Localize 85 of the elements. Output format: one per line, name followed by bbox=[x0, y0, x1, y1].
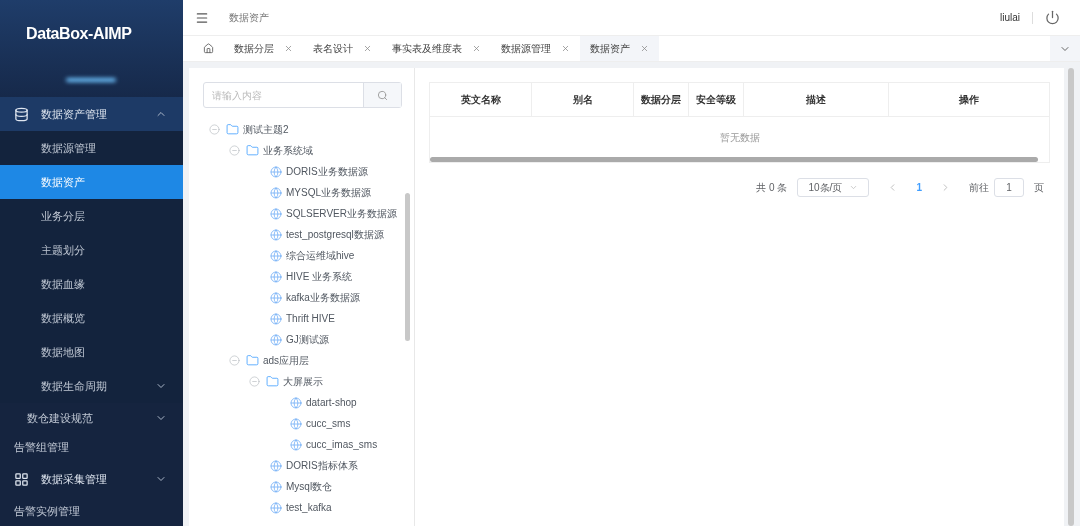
globe-icon bbox=[270, 186, 282, 199]
collapse-icon[interactable] bbox=[209, 124, 220, 135]
tab[interactable]: 表名设计 bbox=[303, 36, 382, 61]
power-icon[interactable] bbox=[1045, 10, 1060, 25]
tree-node-label[interactable]: datart-shop bbox=[306, 395, 357, 410]
sidebar-group[interactable]: 数据采集管理 bbox=[0, 462, 183, 497]
globe-icon bbox=[270, 207, 282, 220]
search-icon bbox=[377, 89, 388, 101]
search-field[interactable]: 请输入内容 bbox=[203, 82, 402, 108]
tree-node-label[interactable]: DORIS业务数据源 bbox=[286, 164, 368, 179]
close-icon[interactable] bbox=[640, 44, 649, 53]
globe-icon bbox=[270, 459, 282, 472]
breadcrumb: 数据资产 bbox=[229, 11, 269, 25]
tree-node-label[interactable]: cucc_imas_sms bbox=[306, 437, 378, 452]
close-icon[interactable] bbox=[472, 44, 481, 53]
column-header: 安全等级 bbox=[689, 83, 744, 116]
collapse-icon[interactable] bbox=[229, 145, 240, 156]
tree-node-label[interactable]: 大屏展示 bbox=[283, 374, 323, 389]
globe-icon bbox=[270, 333, 282, 346]
goto-page-input[interactable]: 1 bbox=[994, 178, 1024, 197]
sidebar-item[interactable]: 数仓建设规范 bbox=[0, 403, 183, 433]
menu-icon[interactable] bbox=[195, 10, 209, 25]
tree-node-label[interactable]: MYSQL业务数据源 bbox=[286, 185, 371, 200]
folder-icon bbox=[226, 123, 239, 136]
tree-node-label[interactable]: Thrift HIVE bbox=[286, 311, 335, 326]
close-icon[interactable] bbox=[284, 44, 293, 53]
globe-icon bbox=[270, 228, 282, 241]
sidebar-item[interactable]: 告警组管理 bbox=[0, 432, 183, 463]
globe-icon bbox=[270, 165, 282, 178]
sidebar-group-label: 数据资产管理 bbox=[41, 106, 108, 122]
empty-message: 暂无数据 bbox=[719, 130, 760, 145]
column-header: 英文名称 bbox=[430, 83, 532, 116]
collapse-icon[interactable] bbox=[229, 355, 240, 366]
search-button[interactable] bbox=[363, 83, 401, 107]
tree-node-label[interactable]: ads应用层 bbox=[263, 353, 310, 368]
folder-icon bbox=[266, 375, 279, 388]
sidebar-group-label: 数据采集管理 bbox=[41, 472, 108, 488]
tree-node-label[interactable]: GJ测试源 bbox=[286, 332, 329, 347]
globe-icon bbox=[270, 270, 282, 283]
page-suffix: 页 bbox=[1034, 181, 1044, 195]
username[interactable]: liulai bbox=[1000, 10, 1020, 25]
total-count: 共 0 条 bbox=[756, 181, 788, 195]
search-input[interactable]: 请输入内容 bbox=[204, 83, 363, 107]
folder-icon bbox=[246, 144, 259, 157]
column-header: 别名 bbox=[532, 83, 634, 116]
sidebar-item[interactable]: 数据资产 bbox=[0, 165, 183, 199]
page-size-select[interactable]: 10条/页 bbox=[797, 178, 870, 197]
tab[interactable]: 数据源管理 bbox=[491, 36, 580, 61]
tree-node-label[interactable]: Mysql数仓 bbox=[286, 479, 333, 494]
globe-icon bbox=[290, 396, 302, 409]
goto-label: 前往 bbox=[969, 181, 989, 195]
column-header: 描述 bbox=[744, 83, 889, 116]
globe-icon bbox=[270, 249, 282, 262]
tree-node-label[interactable]: 测试主题2 bbox=[243, 122, 289, 137]
collapse-icon[interactable] bbox=[249, 376, 260, 387]
tree-node-label[interactable]: cucc_sms bbox=[306, 416, 351, 431]
tree-node-label[interactable]: 业务系统域 bbox=[263, 143, 313, 158]
tree-node-label[interactable]: HIVE 业务系统 bbox=[286, 269, 353, 284]
tree-node-label[interactable]: test_kafka bbox=[286, 500, 332, 515]
column-header: 操作 bbox=[958, 93, 980, 107]
globe-icon bbox=[270, 312, 282, 325]
tab[interactable]: 事实表及维度表 bbox=[382, 36, 491, 61]
globe-icon bbox=[290, 417, 302, 430]
close-icon[interactable] bbox=[561, 44, 570, 53]
database-icon bbox=[14, 106, 29, 122]
sidebar-group[interactable]: 数据资产管理 bbox=[0, 97, 183, 131]
tree-node-label[interactable]: test_postgresql数据源 bbox=[286, 227, 384, 242]
logo-text: DataBox-AIMP bbox=[26, 23, 132, 44]
tree-node-label[interactable]: DORIS指标体系 bbox=[286, 458, 358, 473]
tree-node-label[interactable]: SQLSERVER业务数据源 bbox=[286, 206, 397, 221]
tree-node-label[interactable]: kafka业务数据源 bbox=[286, 290, 360, 305]
globe-icon bbox=[270, 480, 282, 493]
globe-icon bbox=[290, 438, 302, 451]
close-icon[interactable] bbox=[363, 44, 372, 53]
chevron-icon bbox=[849, 183, 859, 192]
grid-icon bbox=[14, 471, 29, 487]
tree-node-label[interactable]: 综合运维域hive bbox=[286, 248, 355, 263]
column-header: 数据分层 bbox=[634, 83, 689, 116]
globe-icon bbox=[270, 291, 282, 304]
home-icon[interactable] bbox=[203, 43, 214, 54]
globe-icon bbox=[270, 501, 282, 514]
folder-icon bbox=[246, 354, 259, 367]
tab[interactable]: 数据分层 bbox=[224, 36, 303, 61]
sidebar-item[interactable]: 告警实例管理 bbox=[0, 496, 183, 526]
tab[interactable]: 数据资产 bbox=[580, 36, 659, 61]
